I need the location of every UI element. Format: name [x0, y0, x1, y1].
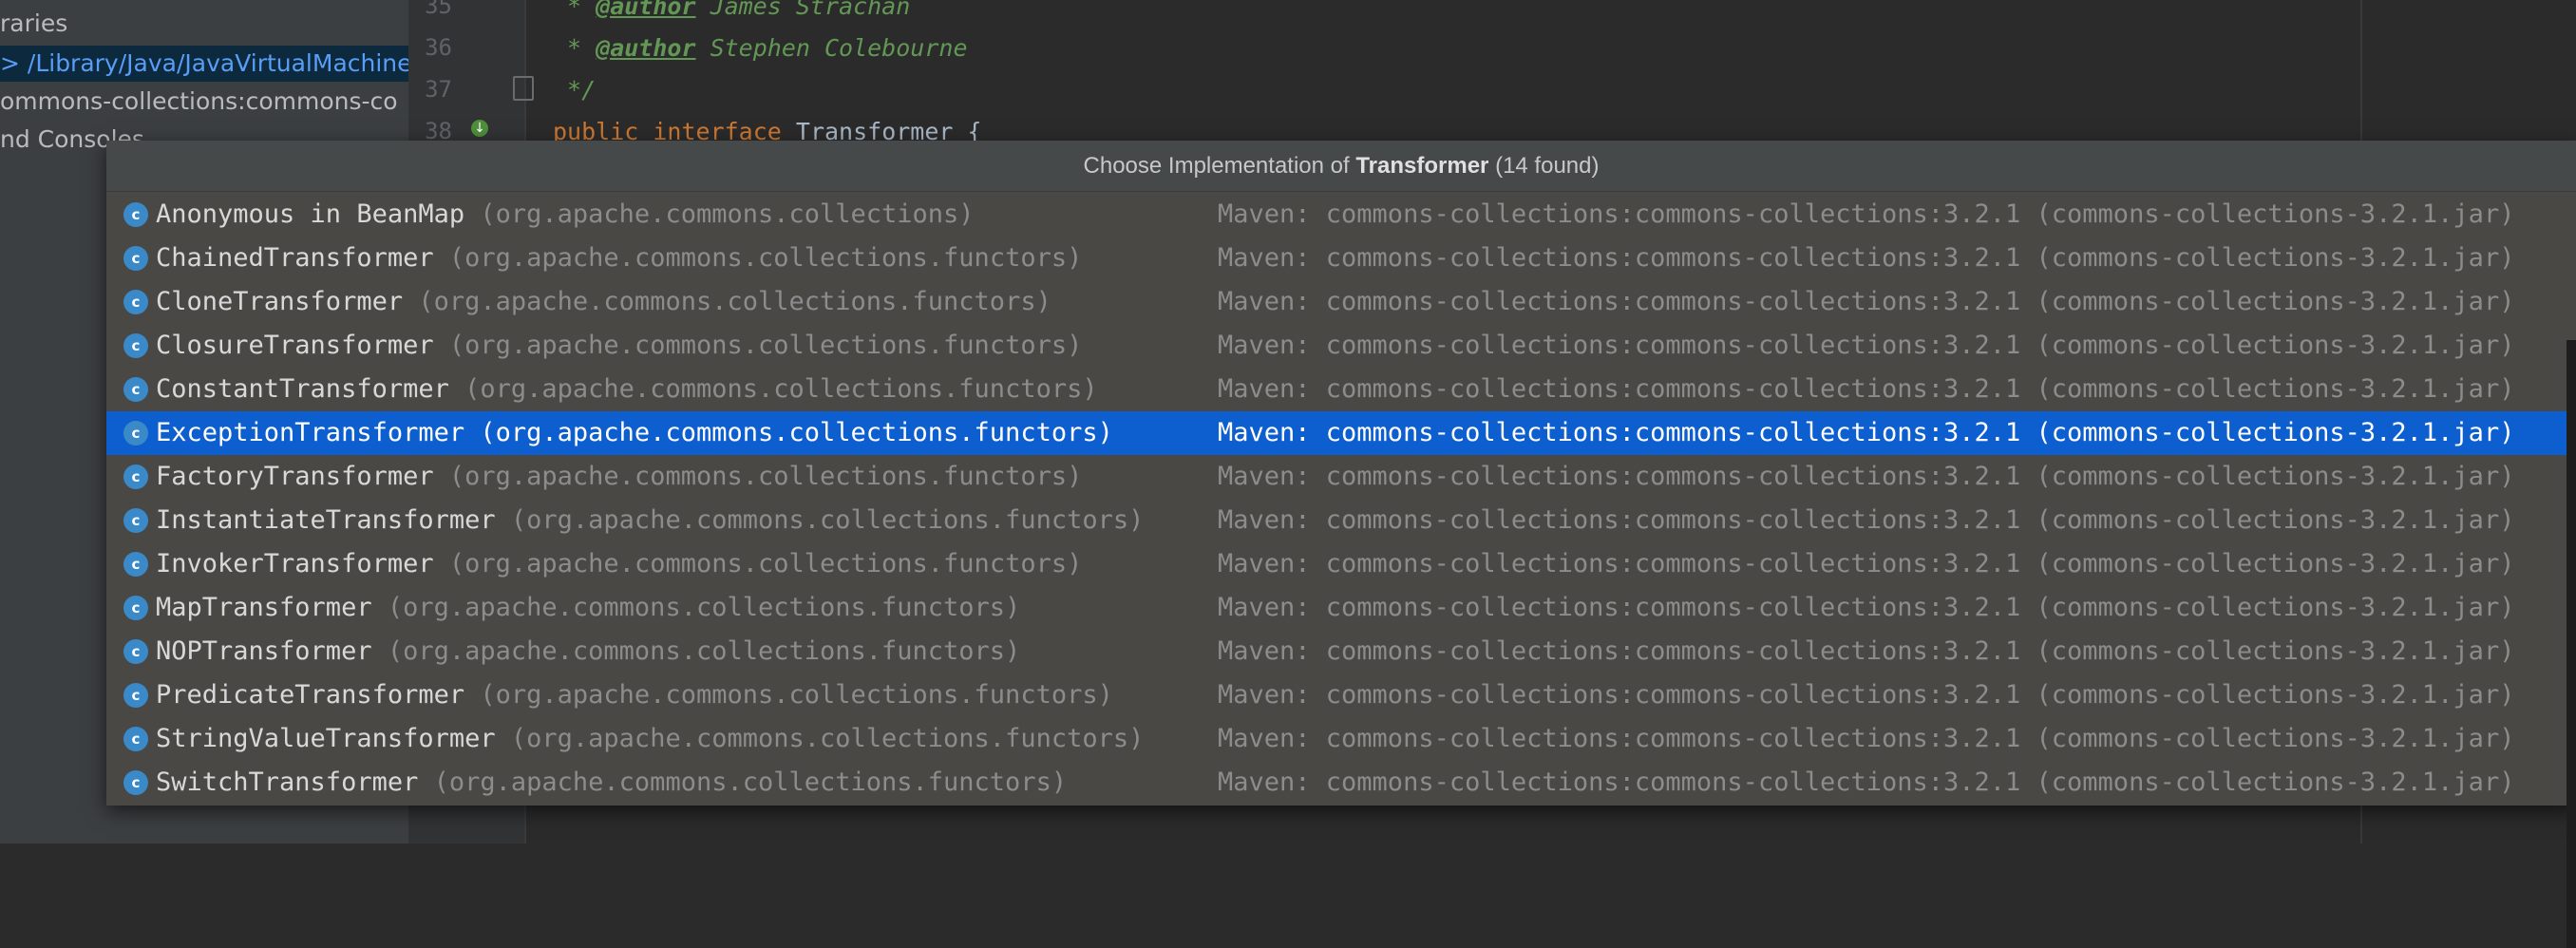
package-name: (org.apache.commons.collections.functors… — [387, 636, 1021, 666]
library-location: Maven: commons-collections:commons-colle… — [1218, 331, 2515, 360]
package-name: (org.apache.commons.collections.functors… — [448, 331, 1083, 360]
implementation-name: Anonymous in BeanMap (org.apache.commons… — [156, 193, 975, 237]
class-name: InvokerTransformer — [156, 549, 434, 578]
class-name: PredicateTransformer — [156, 680, 465, 710]
implementation-name: NOPTransformer (org.apache.commons.colle… — [156, 630, 1020, 673]
line-number: 37 — [425, 76, 452, 103]
implementation-name: InstantiateTransformer (org.apache.commo… — [156, 499, 1144, 542]
package-name: (org.apache.commons.collections) — [480, 199, 975, 229]
implementation-name: ClosureTransformer (org.apache.commons.c… — [156, 324, 1082, 368]
class-icon: c — [123, 508, 148, 533]
implementation-item[interactable]: c Anonymous in BeanMap (org.apache.common… — [106, 193, 2576, 237]
implemented-gutter-icon[interactable]: ↓ — [471, 120, 488, 137]
class-icon: c — [123, 421, 148, 446]
implementation-name: CloneTransformer (org.apache.commons.col… — [156, 280, 1051, 324]
class-name: ChainedTransformer — [156, 243, 434, 273]
implementation-name: FactoryTransformer (org.apache.commons.c… — [156, 455, 1082, 499]
implementation-item[interactable]: c FactoryTransformer (org.apache.commons.… — [106, 455, 2576, 499]
library-location: Maven: commons-collections:commons-colle… — [1218, 680, 2515, 710]
tree-item-jdk-path[interactable]: > /Library/Java/JavaVirtualMachine — [0, 46, 408, 82]
implementation-name: StringValueTransformer (org.apache.commo… — [156, 717, 1144, 761]
implementation-item[interactable]: c ConstantTransformer (org.apache.commons… — [106, 368, 2576, 411]
choose-implementation-popup: Choose Implementation of Transformer (14… — [106, 141, 2576, 948]
implementation-name: ConstantTransformer (org.apache.commons.… — [156, 368, 1098, 411]
implementation-name: PredicateTransformer (org.apache.commons… — [156, 673, 1113, 717]
package-name: (org.apache.commons.collections.functors… — [387, 593, 1021, 622]
fold-icon[interactable] — [513, 76, 534, 101]
class-name: ConstantTransformer — [156, 374, 449, 404]
library-location: Maven: commons-collections:commons-colle… — [1218, 636, 2515, 666]
library-location: Maven: commons-collections:commons-colle… — [1218, 243, 2515, 273]
tree-item-commons-collections[interactable]: ommons-collections:commons-co — [0, 84, 398, 120]
implementation-item[interactable]: c PredicateTransformer (org.apache.common… — [106, 673, 2576, 717]
class-icon: c — [123, 727, 148, 751]
implementation-list: c Anonymous in BeanMap (org.apache.common… — [106, 193, 2576, 805]
class-name: InstantiateTransformer — [156, 505, 496, 535]
class-name: ClosureTransformer — [156, 331, 434, 360]
popup-title: Choose Implementation of Transformer (14… — [106, 141, 2576, 192]
implementation-item[interactable]: c InstantiateTransformer (org.apache.comm… — [106, 499, 2576, 542]
class-icon: c — [123, 596, 148, 620]
package-name: (org.apache.commons.collections.functors… — [510, 724, 1145, 753]
code-line-37: */ — [553, 76, 597, 104]
implementation-item[interactable]: c CloneTransformer (org.apache.commons.co… — [106, 280, 2576, 324]
class-name: NOPTransformer — [156, 636, 372, 666]
package-name: (org.apache.commons.collections.functors… — [480, 680, 1113, 710]
class-icon: c — [123, 290, 148, 314]
class-name: StringValueTransformer — [156, 724, 496, 753]
class-icon: c — [123, 639, 148, 664]
class-name: Anonymous in BeanMap — [156, 199, 465, 229]
class-icon: c — [123, 683, 148, 708]
anonymous-class-icon: c — [123, 202, 148, 227]
package-name: (org.apache.commons.collections.functors… — [464, 374, 1098, 404]
package-name: (org.apache.commons.collections.functors… — [510, 505, 1145, 535]
implementation-item[interactable]: c SwitchTransformer (org.apache.commons.c… — [106, 761, 2576, 805]
library-location: Maven: commons-collections:commons-colle… — [1218, 593, 2515, 622]
library-location: Maven: commons-collections:commons-colle… — [1218, 287, 2515, 316]
code-line-35: * @author James Strachan — [553, 0, 911, 20]
implementation-item[interactable]: c ExceptionTransformer (org.apache.common… — [106, 411, 2576, 455]
class-name: MapTransformer — [156, 593, 372, 622]
package-name: (org.apache.commons.collections.functors… — [433, 768, 1068, 797]
library-location: Maven: commons-collections:commons-colle… — [1218, 724, 2515, 753]
scrollbar[interactable] — [2567, 340, 2576, 948]
class-name: ExceptionTransformer — [156, 418, 465, 447]
implementation-item[interactable]: c MapTransformer (org.apache.commons.coll… — [106, 586, 2576, 630]
class-icon: c — [123, 552, 148, 577]
implementation-name: ExceptionTransformer (org.apache.commons… — [156, 411, 1113, 455]
library-location: Maven: commons-collections:commons-colle… — [1218, 199, 2515, 229]
tree-item-libraries[interactable]: raries — [0, 6, 67, 42]
implementation-name: MapTransformer (org.apache.commons.colle… — [156, 586, 1020, 630]
class-name: SwitchTransformer — [156, 768, 419, 797]
line-number: 35 — [425, 0, 452, 19]
library-location: Maven: commons-collections:commons-colle… — [1218, 374, 2515, 404]
implementation-item[interactable]: c ChainedTransformer (org.apache.commons.… — [106, 237, 2576, 280]
implementation-item[interactable]: c InvokerTransformer (org.apache.commons.… — [106, 542, 2576, 586]
library-location: Maven: commons-collections:commons-colle… — [1218, 505, 2515, 535]
class-icon: c — [123, 333, 148, 358]
library-location: Maven: commons-collections:commons-colle… — [1218, 462, 2515, 491]
line-number: 36 — [425, 34, 452, 61]
package-name: (org.apache.commons.collections.functors… — [418, 287, 1051, 316]
class-icon: c — [123, 246, 148, 271]
implementation-name: InvokerTransformer (org.apache.commons.c… — [156, 542, 1082, 586]
package-name: (org.apache.commons.collections.functors… — [448, 462, 1083, 491]
implementation-name: SwitchTransformer (org.apache.commons.co… — [156, 761, 1067, 805]
implementation-item[interactable]: c ClosureTransformer (org.apache.commons.… — [106, 324, 2576, 368]
class-icon: c — [123, 465, 148, 489]
library-location: Maven: commons-collections:commons-colle… — [1218, 418, 2515, 447]
implementation-item[interactable]: c StringValueTransformer (org.apache.comm… — [106, 717, 2576, 761]
class-name: FactoryTransformer — [156, 462, 434, 491]
package-name: (org.apache.commons.collections.functors… — [448, 549, 1083, 578]
implementation-name: ChainedTransformer (org.apache.commons.c… — [156, 237, 1082, 280]
class-name: CloneTransformer — [156, 287, 404, 316]
library-location: Maven: commons-collections:commons-colle… — [1218, 768, 2515, 797]
package-name: (org.apache.commons.collections.functors… — [480, 418, 1113, 447]
code-line-36: * @author Stephen Colebourne — [553, 34, 968, 62]
class-icon: c — [123, 770, 148, 795]
library-location: Maven: commons-collections:commons-colle… — [1218, 549, 2515, 578]
class-icon: c — [123, 377, 148, 402]
package-name: (org.apache.commons.collections.functors… — [448, 243, 1083, 273]
implementation-item[interactable]: c NOPTransformer (org.apache.commons.coll… — [106, 630, 2576, 673]
